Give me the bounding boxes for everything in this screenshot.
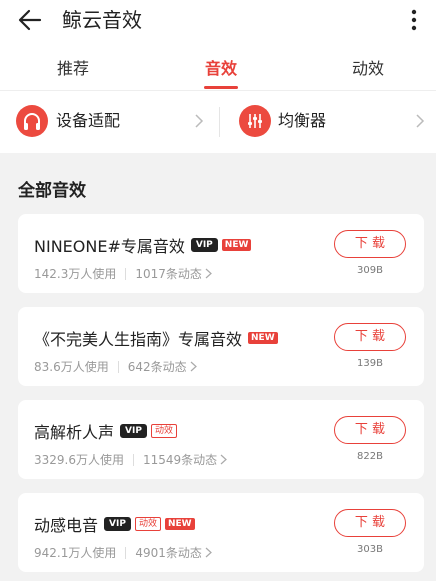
tab-dynamic-effects[interactable]: 动效 [308, 40, 428, 90]
divider [125, 546, 127, 559]
chevron-right-icon [220, 454, 228, 465]
download-button[interactable]: 下 载 [334, 509, 406, 537]
sound-effect-card[interactable]: 动感电音 VIP 动效 NEW 942.1万人使用 4901条动态 下 载 30… [18, 493, 424, 572]
chevron-right-icon [205, 268, 212, 279]
tab-recommend[interactable]: 推荐 [13, 40, 133, 90]
effect-stats: 3329.6万人使用 11549条动态 [34, 451, 228, 468]
new-badge: NEW [248, 332, 278, 344]
download-button[interactable]: 下 载 [334, 323, 406, 351]
quick-entry-bar: 设备适配 均衡器 [0, 90, 436, 153]
active-tab-indicator [204, 86, 238, 89]
user-count: 83.6万人使用 [34, 360, 109, 374]
effect-name-row: NINEONE#专属音效 VIP NEW [34, 233, 255, 257]
effect-name-row: 《不完美人生指南》专属音效 NEW [34, 326, 282, 350]
top-bar: 鲸云音效 [0, 0, 436, 40]
page-title: 鲸云音效 [62, 8, 142, 32]
equalizer-entry[interactable]: 均衡器 [220, 91, 436, 153]
new-badge: NEW [221, 239, 252, 251]
effect-stats: 142.3万人使用 1017条动态 [34, 265, 212, 282]
sound-effect-card[interactable]: 高解析人声 VIP 动效 3329.6万人使用 11549条动态 下 载 822… [18, 400, 424, 479]
post-count-link[interactable]: 11549条动态 [143, 451, 217, 468]
sound-effect-card[interactable]: NINEONE#专属音效 VIP NEW 142.3万人使用 1017条动态 下… [18, 214, 424, 293]
headphones-icon [16, 105, 48, 137]
tab-sound-effects[interactable]: 音效 [161, 40, 281, 90]
download-button[interactable]: 下 载 [334, 416, 406, 444]
file-size: 309B [357, 265, 383, 276]
file-size: 303B [357, 544, 383, 555]
effect-name: 《不完美人生指南》专属音效 [34, 330, 243, 349]
more-menu-icon[interactable] [404, 4, 424, 36]
device-adapt-label: 设备适配 [56, 111, 121, 130]
file-size: 822B [357, 451, 383, 462]
effect-name: 动感电音 [34, 516, 99, 535]
device-adapt-entry[interactable]: 设备适配 [0, 91, 219, 153]
divider [117, 360, 119, 373]
divider [133, 453, 134, 466]
vip-badge: VIP [190, 238, 218, 252]
chevron-right-icon [416, 114, 425, 128]
post-count-link[interactable]: 1017条动态 [135, 265, 202, 282]
sound-effect-card[interactable]: 《不完美人生指南》专属音效 NEW 83.6万人使用 642条动态 下 载 13… [18, 307, 424, 386]
dynamic-effect-badge: 动效 [134, 517, 161, 531]
tab-bar: 推荐 音效 动效 [0, 40, 436, 90]
post-count-link[interactable]: 642条动态 [128, 358, 187, 375]
effect-name: 高解析人声 [34, 423, 115, 442]
user-count: 942.1万人使用 [34, 546, 117, 560]
chevron-right-icon [190, 361, 197, 372]
vip-badge: VIP [120, 424, 147, 438]
file-size: 139B [357, 358, 383, 369]
dynamic-effect-badge: 动效 [150, 424, 177, 438]
user-count: 142.3万人使用 [34, 267, 117, 281]
post-count-link[interactable]: 4901条动态 [135, 544, 202, 561]
back-arrow-icon[interactable] [16, 6, 44, 34]
equalizer-label: 均衡器 [278, 111, 327, 130]
download-button[interactable]: 下 载 [334, 230, 406, 258]
vip-badge: VIP [104, 517, 131, 531]
effect-name-row: 高解析人声 VIP 动效 [34, 419, 181, 443]
new-badge: NEW [164, 518, 195, 530]
divider [125, 267, 127, 280]
equalizer-icon [239, 105, 271, 137]
effect-stats: 83.6万人使用 642条动态 [34, 358, 197, 375]
chevron-right-icon [195, 114, 204, 128]
effect-name: NINEONE#专属音效 [34, 237, 185, 256]
chevron-right-icon [205, 547, 212, 558]
user-count: 3329.6万人使用 [34, 453, 124, 467]
section-title: 全部音效 [18, 181, 86, 201]
effect-name-row: 动感电音 VIP 动效 NEW [34, 512, 199, 536]
effect-stats: 942.1万人使用 4901条动态 [34, 544, 212, 561]
